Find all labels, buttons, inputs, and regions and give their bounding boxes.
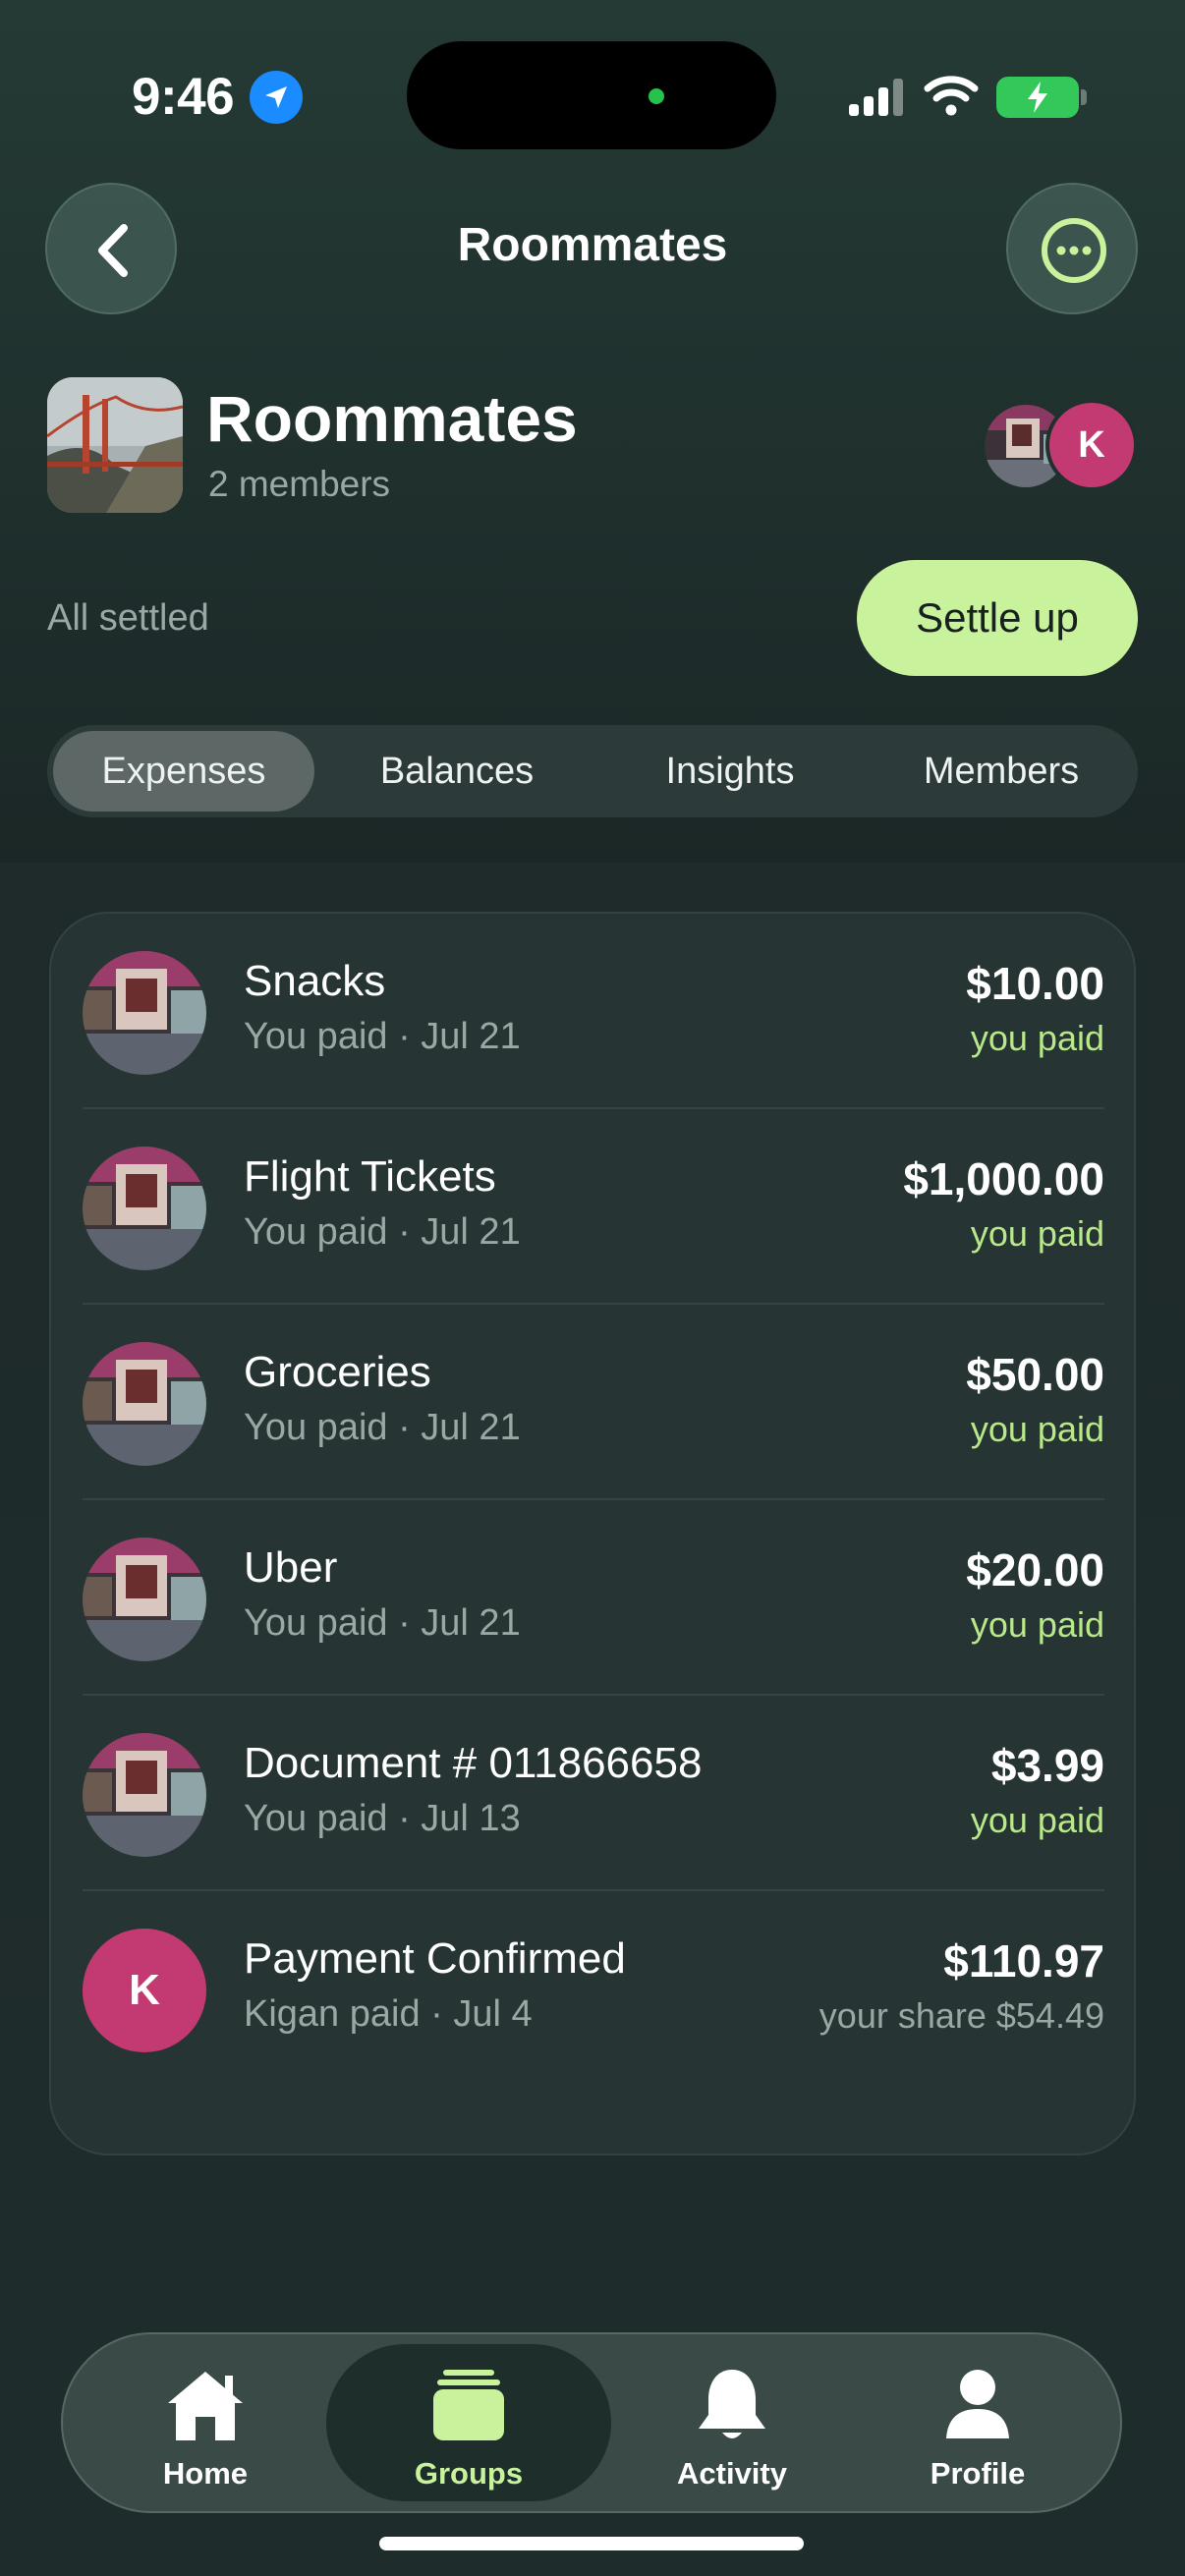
member-avatar-k[interactable]: K xyxy=(1045,399,1138,491)
expense-row[interactable]: Flight Tickets You paid · Jul 21 $1,000.… xyxy=(51,1109,1138,1305)
expense-title: Payment Confirmed xyxy=(244,1934,626,1983)
battery-icon xyxy=(996,77,1079,118)
more-options-button[interactable] xyxy=(1006,183,1138,314)
tab-insights[interactable]: Insights xyxy=(599,731,861,812)
bell-icon xyxy=(699,2370,765,2438)
tabbar-groups[interactable]: Groups xyxy=(326,2344,611,2501)
battery-cap xyxy=(1081,89,1087,105)
wifi-icon xyxy=(924,76,979,116)
group-member-count: 2 members xyxy=(208,464,391,504)
payer-avatar xyxy=(83,1733,206,1857)
expense-row[interactable]: Document # 011866658 You paid · Jul 13 $… xyxy=(51,1696,1138,1891)
expense-note: you paid xyxy=(970,1213,1104,1254)
expense-share: your share $54.49 xyxy=(818,1995,1104,2036)
expense-note: you paid xyxy=(970,1409,1104,1449)
group-photo[interactable] xyxy=(47,377,183,513)
tabbar-profile[interactable]: Profile xyxy=(855,2344,1100,2501)
expense-title: Groceries xyxy=(244,1348,431,1396)
expense-row[interactable]: Snacks You paid · Jul 21 $10.00 you paid xyxy=(51,914,1138,1109)
expense-title: Document # 011866658 xyxy=(244,1739,703,1787)
expense-amount: $10.00 xyxy=(966,958,1104,1009)
home-indicator xyxy=(379,2537,804,2550)
stack-icon xyxy=(433,2370,504,2440)
payer-avatar xyxy=(83,1342,206,1466)
tabbar-label: Profile xyxy=(930,2456,1026,2491)
expense-subtitle: Kigan paid · Jul 4 xyxy=(244,1993,533,2035)
dynamic-island xyxy=(407,41,776,149)
tabbar-label: Home xyxy=(162,2456,249,2491)
location-arrow-icon xyxy=(250,71,303,124)
balance-status: All settled xyxy=(47,597,209,639)
ellipsis-circle-icon xyxy=(1042,218,1106,283)
settle-up-button[interactable]: Settle up xyxy=(857,560,1138,676)
payer-avatar xyxy=(83,1147,206,1270)
expense-amount: $50.00 xyxy=(966,1349,1104,1400)
house-icon xyxy=(168,2372,243,2440)
tabbar-label: Groups xyxy=(414,2456,524,2491)
payer-avatar-k: K xyxy=(83,1929,206,2052)
expense-subtitle: You paid · Jul 21 xyxy=(244,1602,521,1644)
cellular-signal-icon xyxy=(849,79,903,116)
expense-amount: $3.99 xyxy=(990,1740,1104,1791)
expense-amount: $110.97 xyxy=(943,1935,1104,1987)
expense-note: you paid xyxy=(970,1018,1104,1058)
tabbar-label: Activity xyxy=(677,2456,787,2491)
expense-subtitle: You paid · Jul 21 xyxy=(244,1407,521,1448)
segmented-control: Expenses Balances Insights Members xyxy=(47,725,1138,817)
group-name: Roommates xyxy=(206,382,578,455)
expense-title: Uber xyxy=(244,1543,338,1592)
expense-amount: $1,000.00 xyxy=(903,1153,1104,1204)
expense-note: you paid xyxy=(970,1800,1104,1840)
expense-note: you paid xyxy=(970,1604,1104,1645)
expense-row[interactable]: Uber You paid · Jul 21 $20.00 you paid xyxy=(51,1500,1138,1696)
payer-avatar xyxy=(83,951,206,1075)
expense-subtitle: You paid · Jul 21 xyxy=(244,1211,521,1253)
payer-avatar xyxy=(83,1538,206,1661)
tab-expenses[interactable]: Expenses xyxy=(53,731,314,812)
expense-title: Flight Tickets xyxy=(244,1152,496,1201)
tab-balances[interactable]: Balances xyxy=(326,731,588,812)
expense-subtitle: You paid · Jul 13 xyxy=(244,1798,521,1839)
tab-bar: Home Groups Activity Profile xyxy=(61,2332,1122,2513)
expense-amount: $20.00 xyxy=(966,1544,1104,1596)
expense-title: Snacks xyxy=(244,957,386,1005)
tabbar-home[interactable]: Home xyxy=(83,2344,328,2501)
expense-subtitle: You paid · Jul 21 xyxy=(244,1016,521,1057)
tab-members[interactable]: Members xyxy=(871,731,1132,812)
tabbar-activity[interactable]: Activity xyxy=(609,2344,855,2501)
person-icon xyxy=(946,2370,1009,2438)
expense-row[interactable]: Groceries You paid · Jul 21 $50.00 you p… xyxy=(51,1305,1138,1500)
expense-list: Snacks You paid · Jul 21 $10.00 you paid… xyxy=(49,912,1136,2156)
expense-row[interactable]: K Payment Confirmed Kigan paid · Jul 4 $… xyxy=(51,1891,1138,2087)
status-time: 9:46 xyxy=(132,68,235,126)
